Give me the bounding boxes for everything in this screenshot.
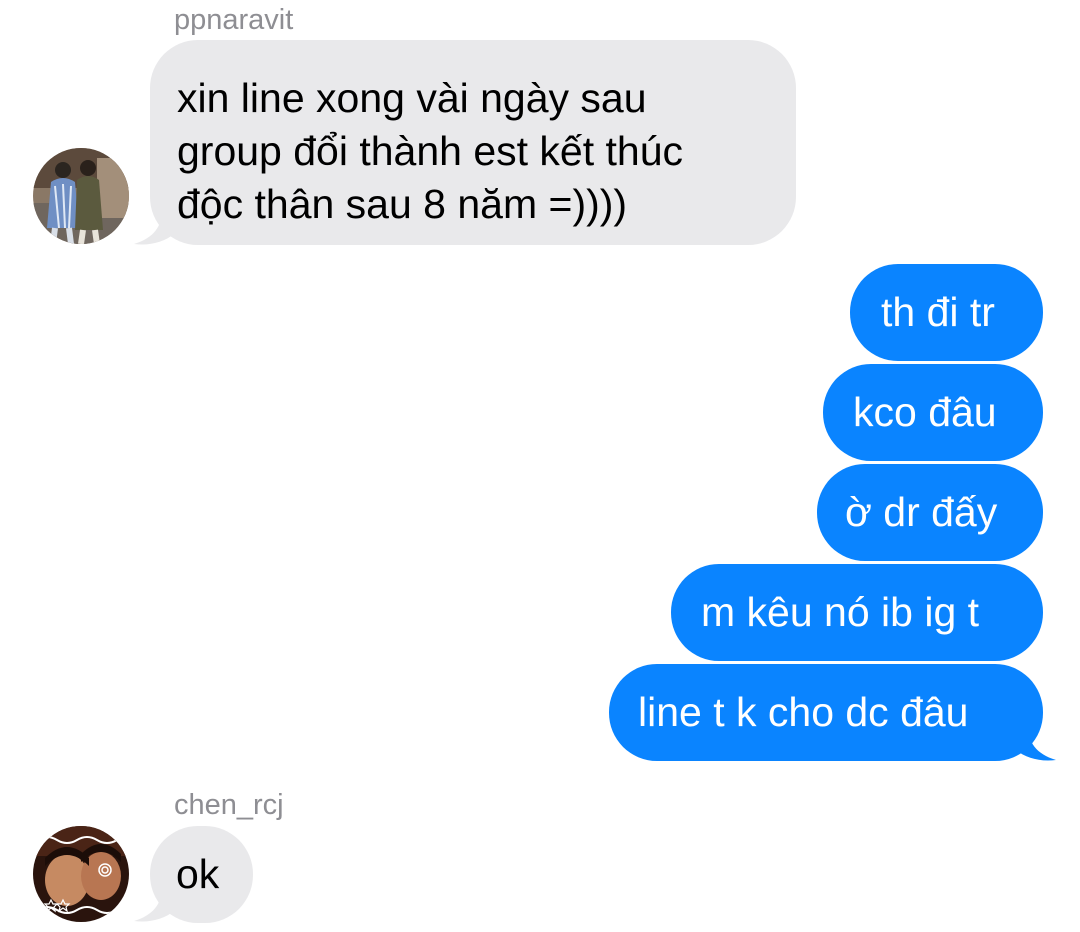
outgoing-message-4[interactable]: m kêu nó ib ig t bbox=[671, 564, 1043, 661]
incoming-message-chen-rcj[interactable]: ok bbox=[150, 826, 253, 923]
sender-name-chen-rcj: chen_rcj bbox=[174, 789, 284, 821]
outgoing-message-3[interactable]: ờ dr đấy bbox=[817, 464, 1043, 561]
outgoing-message-5[interactable]: line t k cho dc đâu bbox=[609, 664, 1043, 761]
outgoing-message-2[interactable]: kco đâu bbox=[823, 364, 1043, 461]
outgoing-message-1[interactable]: th đi tr bbox=[850, 264, 1043, 361]
avatar-ppnaravit[interactable] bbox=[33, 148, 129, 244]
user-avatar-photo-icon bbox=[33, 148, 129, 244]
incoming-message-ppnaravit[interactable]: xin line xong vài ngày sau group đổi thà… bbox=[150, 40, 796, 245]
sender-name-ppnaravit: ppnaravit bbox=[174, 4, 294, 36]
user-avatar-photo-icon bbox=[33, 826, 129, 922]
avatar-chen-rcj[interactable] bbox=[33, 826, 129, 922]
